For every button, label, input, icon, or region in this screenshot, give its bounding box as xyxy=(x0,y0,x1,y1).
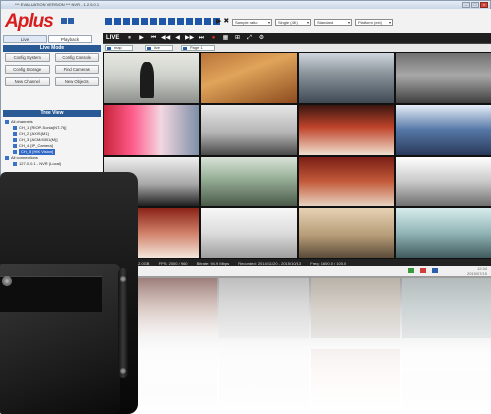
camera-tile[interactable] xyxy=(298,104,394,155)
camera-grid xyxy=(103,52,491,259)
nvr-hardware-unit xyxy=(0,172,138,414)
play-stop-icons[interactable]: ▶ ✖ xyxy=(216,17,229,25)
new-channel-button[interactable]: New Channel xyxy=(5,77,50,86)
screw-icon xyxy=(120,276,126,282)
tools-icon[interactable] xyxy=(204,18,211,25)
live-mode-label: LIVE xyxy=(106,35,120,41)
skip-start-icon[interactable]: ⏮ xyxy=(149,34,158,43)
mode-tabs: Live Playback xyxy=(3,35,92,43)
layout-1-icon[interactable] xyxy=(105,18,112,25)
camera-icon xyxy=(13,131,17,136)
camera-tile[interactable] xyxy=(395,53,491,103)
camera-tile[interactable] xyxy=(201,208,297,258)
fullscreen-icon[interactable] xyxy=(177,18,184,25)
expand-icon[interactable]: ⤢ xyxy=(245,34,254,43)
folder-icon xyxy=(5,155,9,160)
camera-icon xyxy=(13,149,17,154)
playback-controls: ⏸ ▶ ⏮ ◀◀ ◀ ▶▶ ⏭ ● ▦ ⊞ ⤢ ⚙ xyxy=(125,34,266,43)
snapshot-icon[interactable] xyxy=(195,18,202,25)
camera-tile[interactable] xyxy=(395,208,491,258)
tab-playback[interactable]: Playback xyxy=(48,35,92,43)
layout-6-icon[interactable] xyxy=(123,18,130,25)
camera-tile[interactable] xyxy=(298,53,394,103)
camera-tile[interactable] xyxy=(201,156,297,207)
fast-forward-icon[interactable]: ▶▶ xyxy=(185,34,194,43)
record-icon[interactable]: ● xyxy=(209,34,218,43)
camera-tile[interactable] xyxy=(395,104,491,155)
tree-view-header: Tree View xyxy=(3,110,101,117)
config-system-button[interactable]: Config System xyxy=(5,53,50,62)
nvr-front-panel xyxy=(0,276,102,312)
rewind-icon[interactable]: ◀◀ xyxy=(161,34,170,43)
camera-tile[interactable] xyxy=(104,104,200,155)
camera-tile[interactable] xyxy=(201,53,297,103)
tab-map[interactable]: map xyxy=(105,45,133,51)
tab-live-view[interactable]: live xyxy=(145,45,173,51)
select-stream[interactable]: Single (4K) xyxy=(275,19,311,26)
title-bar: *** EVALUATION VERSION *** NVR - 1.2.5.0… xyxy=(1,1,490,9)
camera-tile[interactable] xyxy=(104,53,200,103)
home-icon[interactable] xyxy=(61,18,67,24)
select-quality[interactable]: Standard xyxy=(314,19,352,26)
layout-36-icon[interactable] xyxy=(159,18,166,25)
settings-icon[interactable] xyxy=(68,18,74,24)
camera-tile[interactable] xyxy=(298,208,394,258)
reflection-taskbar: 12:34 2015/07/15 xyxy=(128,266,491,276)
tab-page-1[interactable]: Page 1 xyxy=(181,45,215,51)
camera-tile[interactable] xyxy=(395,156,491,207)
maximize-button[interactable]: □ xyxy=(471,2,479,8)
camera-tile[interactable] xyxy=(298,156,394,207)
layout-9-icon[interactable] xyxy=(132,18,139,25)
product-screenshot: *** EVALUATION VERSION *** NVR - 1.2.5.0… xyxy=(0,0,491,414)
layout-25-icon[interactable] xyxy=(150,18,157,25)
minimize-button[interactable]: – xyxy=(462,2,470,8)
camera-icon xyxy=(13,143,17,148)
page-tabs: map live Page 1 xyxy=(103,44,491,52)
video-toolbar: LIVE ⏸ ▶ ⏮ ◀◀ ◀ ▶▶ ⏭ ● ▦ ⊞ ⤢ ⚙ xyxy=(103,33,491,44)
config-storage-button[interactable]: Config Storage xyxy=(5,65,50,74)
layout-4-icon[interactable] xyxy=(114,18,121,25)
reflection-icon xyxy=(432,268,438,273)
rack-handle xyxy=(118,268,128,378)
layout-16-icon[interactable] xyxy=(141,18,148,25)
layout-icon[interactable]: ⊞ xyxy=(233,34,242,43)
sequence-icon[interactable] xyxy=(186,18,193,25)
step-back-icon[interactable]: ◀ xyxy=(173,34,182,43)
screen-reflection: 12:34 2015/07/15 xyxy=(128,266,491,414)
select-sample-ratio[interactable]: Sample ratio xyxy=(232,19,272,26)
layout-custom-icon[interactable] xyxy=(168,18,175,25)
reflection-fade xyxy=(128,276,491,414)
aplus-logo: Aplus xyxy=(5,11,54,32)
layout-icons xyxy=(105,18,220,25)
config-console-button[interactable]: Config Console xyxy=(54,53,99,62)
select-platform[interactable]: Platform (ext) xyxy=(355,19,393,26)
new-objects-button[interactable]: New Objects xyxy=(54,77,99,86)
tab-live[interactable]: Live xyxy=(3,35,47,43)
screw-icon xyxy=(120,368,126,374)
reflection-icon xyxy=(408,268,414,273)
window-title: *** EVALUATION VERSION *** NVR - 1.2.5.0… xyxy=(15,2,100,7)
power-button xyxy=(2,276,12,286)
find-cameras-button[interactable]: Find Cameras xyxy=(54,65,99,74)
skip-end-icon[interactable]: ⏭ xyxy=(197,34,206,43)
reflection-clock: 12:34 2015/07/15 xyxy=(466,266,487,276)
close-button[interactable]: × xyxy=(480,2,488,8)
live-mode-buttons: Config System Config Console Config Stor… xyxy=(5,53,99,86)
reflection-icon xyxy=(420,268,426,273)
pause-icon[interactable]: ⏸ xyxy=(125,34,134,43)
quick-icons xyxy=(61,18,74,24)
logo-area: Aplus xyxy=(1,9,103,33)
camera-icon xyxy=(13,125,17,130)
camera-tile[interactable] xyxy=(201,104,297,155)
folder-icon xyxy=(5,119,9,124)
gear-icon[interactable]: ⚙ xyxy=(257,34,266,43)
grid-icon[interactable]: ▦ xyxy=(221,34,230,43)
main-toolbar: ▶ ✖ Sample ratio Single (4K) Standard Pl… xyxy=(103,9,491,33)
camera-icon xyxy=(13,137,17,142)
live-mode-header: Live Mode xyxy=(3,45,101,52)
play-icon[interactable]: ▶ xyxy=(137,34,146,43)
channel-tree: All channels CH_1 [RIOP-Sonia(NT-7t)] CH… xyxy=(5,119,101,167)
server-icon xyxy=(13,161,17,166)
tree-node-connection[interactable]: 127.0.0.1 - NVR (Local) xyxy=(5,161,101,167)
